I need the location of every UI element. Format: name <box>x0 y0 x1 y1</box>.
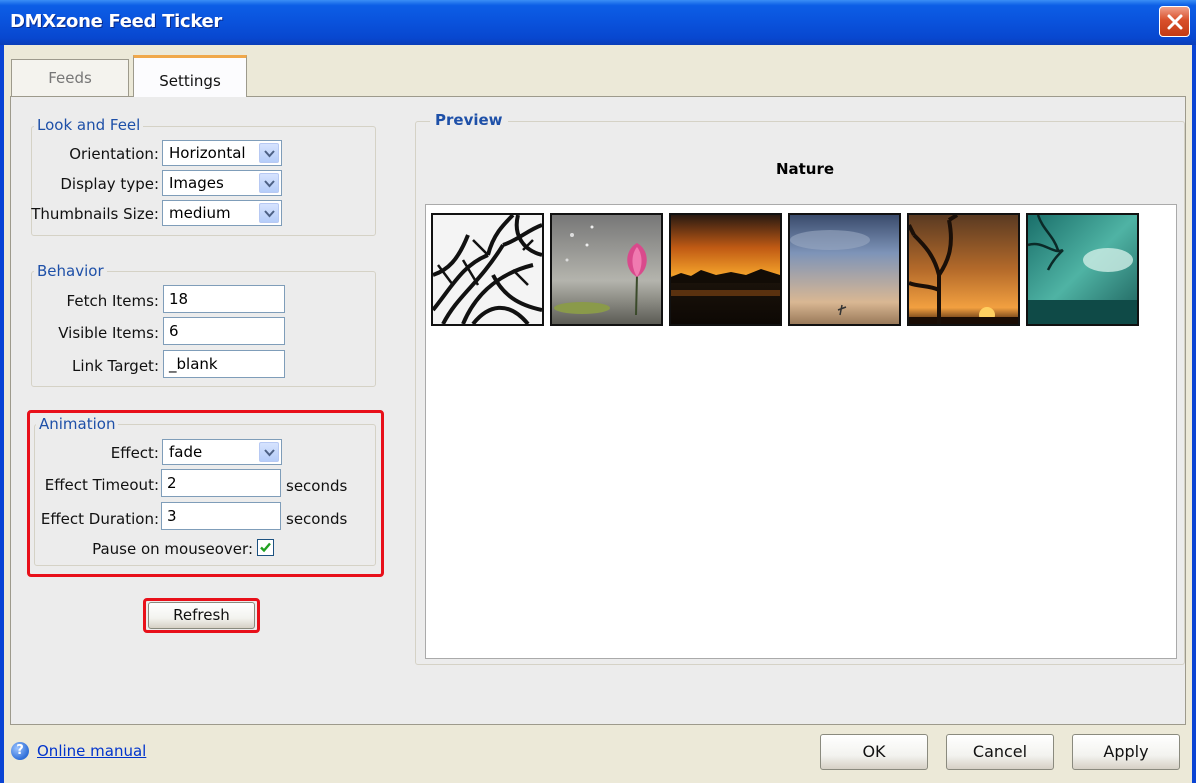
fetch-items-label: Fetch Items: <box>66 292 159 310</box>
thumbnail-pink-lotus[interactable] <box>550 213 663 326</box>
effect-label: Effect: <box>110 444 159 462</box>
thumbnail-blue-sky-dusk[interactable] <box>788 213 901 326</box>
chevron-down-icon <box>264 150 275 158</box>
help-icon[interactable]: ? <box>11 742 29 760</box>
visible-items-label: Visible Items: <box>58 324 159 342</box>
link-target-input[interactable]: _blank <box>163 350 285 378</box>
visible-items-input[interactable]: 6 <box>163 317 285 345</box>
link-target-label: Link Target: <box>72 357 159 375</box>
fetch-items-input[interactable]: 18 <box>163 285 285 313</box>
title-bar: DMXzone Feed Ticker <box>0 0 1196 45</box>
display-type-select[interactable]: Images <box>162 170 282 196</box>
thumbnail-tree-sunset[interactable] <box>907 213 1020 326</box>
look-and-feel-legend: Look and Feel <box>34 116 144 134</box>
effect-duration-label: Effect Duration: <box>40 510 159 528</box>
close-icon <box>1167 14 1183 30</box>
effect-duration-unit: seconds <box>286 510 348 528</box>
pause-on-mouseover-label: Pause on mouseover: <box>92 540 253 558</box>
chevron-down-icon <box>264 210 275 218</box>
effect-timeout-unit: seconds <box>286 477 348 495</box>
ok-button[interactable]: OK <box>820 734 928 770</box>
effect-value: fade <box>169 443 203 461</box>
orientation-value: Horizontal <box>169 144 246 162</box>
display-type-label: Display type: <box>60 175 159 193</box>
thumbnails-size-select[interactable]: medium <box>162 200 282 226</box>
thumbnails-size-value: medium <box>169 204 231 222</box>
refresh-button[interactable]: Refresh <box>148 602 255 629</box>
preview-legend: Preview <box>430 111 508 129</box>
checkmark-icon <box>260 542 271 553</box>
close-button[interactable] <box>1159 6 1190 37</box>
thumbnail-orange-sunset[interactable] <box>669 213 782 326</box>
window-border-left <box>0 45 4 783</box>
window-border-right <box>1192 45 1196 783</box>
dialog-window: DMXzone Feed Ticker Feeds Settings Look … <box>0 0 1196 783</box>
apply-button[interactable]: Apply <box>1072 734 1180 770</box>
online-manual-link[interactable]: Online manual <box>37 742 146 760</box>
effect-select[interactable]: fade <box>162 439 282 465</box>
chevron-down-icon <box>264 180 275 188</box>
orientation-select[interactable]: Horizontal <box>162 140 282 166</box>
thumbnail-bare-branches[interactable] <box>431 213 544 326</box>
effect-duration-input[interactable]: 3 <box>161 502 281 530</box>
thumbnails-size-dropdown-button[interactable] <box>259 203 279 223</box>
chevron-down-icon <box>264 449 275 457</box>
tab-feeds[interactable]: Feeds <box>11 59 129 96</box>
effect-timeout-label: Effect Timeout: <box>44 476 159 494</box>
orientation-dropdown-button[interactable] <box>259 143 279 163</box>
behavior-legend: Behavior <box>34 262 107 280</box>
display-type-value: Images <box>169 174 224 192</box>
pause-on-mouseover-checkbox[interactable] <box>257 539 274 556</box>
preview-feed-title: Nature <box>775 160 835 178</box>
thumbnails-size-label: Thumbnails Size: <box>31 205 159 223</box>
effect-timeout-input[interactable]: 2 <box>161 469 281 497</box>
window-title: DMXzone Feed Ticker <box>10 11 222 32</box>
effect-dropdown-button[interactable] <box>259 442 279 462</box>
display-type-dropdown-button[interactable] <box>259 173 279 193</box>
tab-settings[interactable]: Settings <box>133 55 247 97</box>
cancel-button[interactable]: Cancel <box>946 734 1054 770</box>
orientation-label: Orientation: <box>69 145 159 163</box>
thumbnail-teal-sky-branches[interactable] <box>1026 213 1139 326</box>
